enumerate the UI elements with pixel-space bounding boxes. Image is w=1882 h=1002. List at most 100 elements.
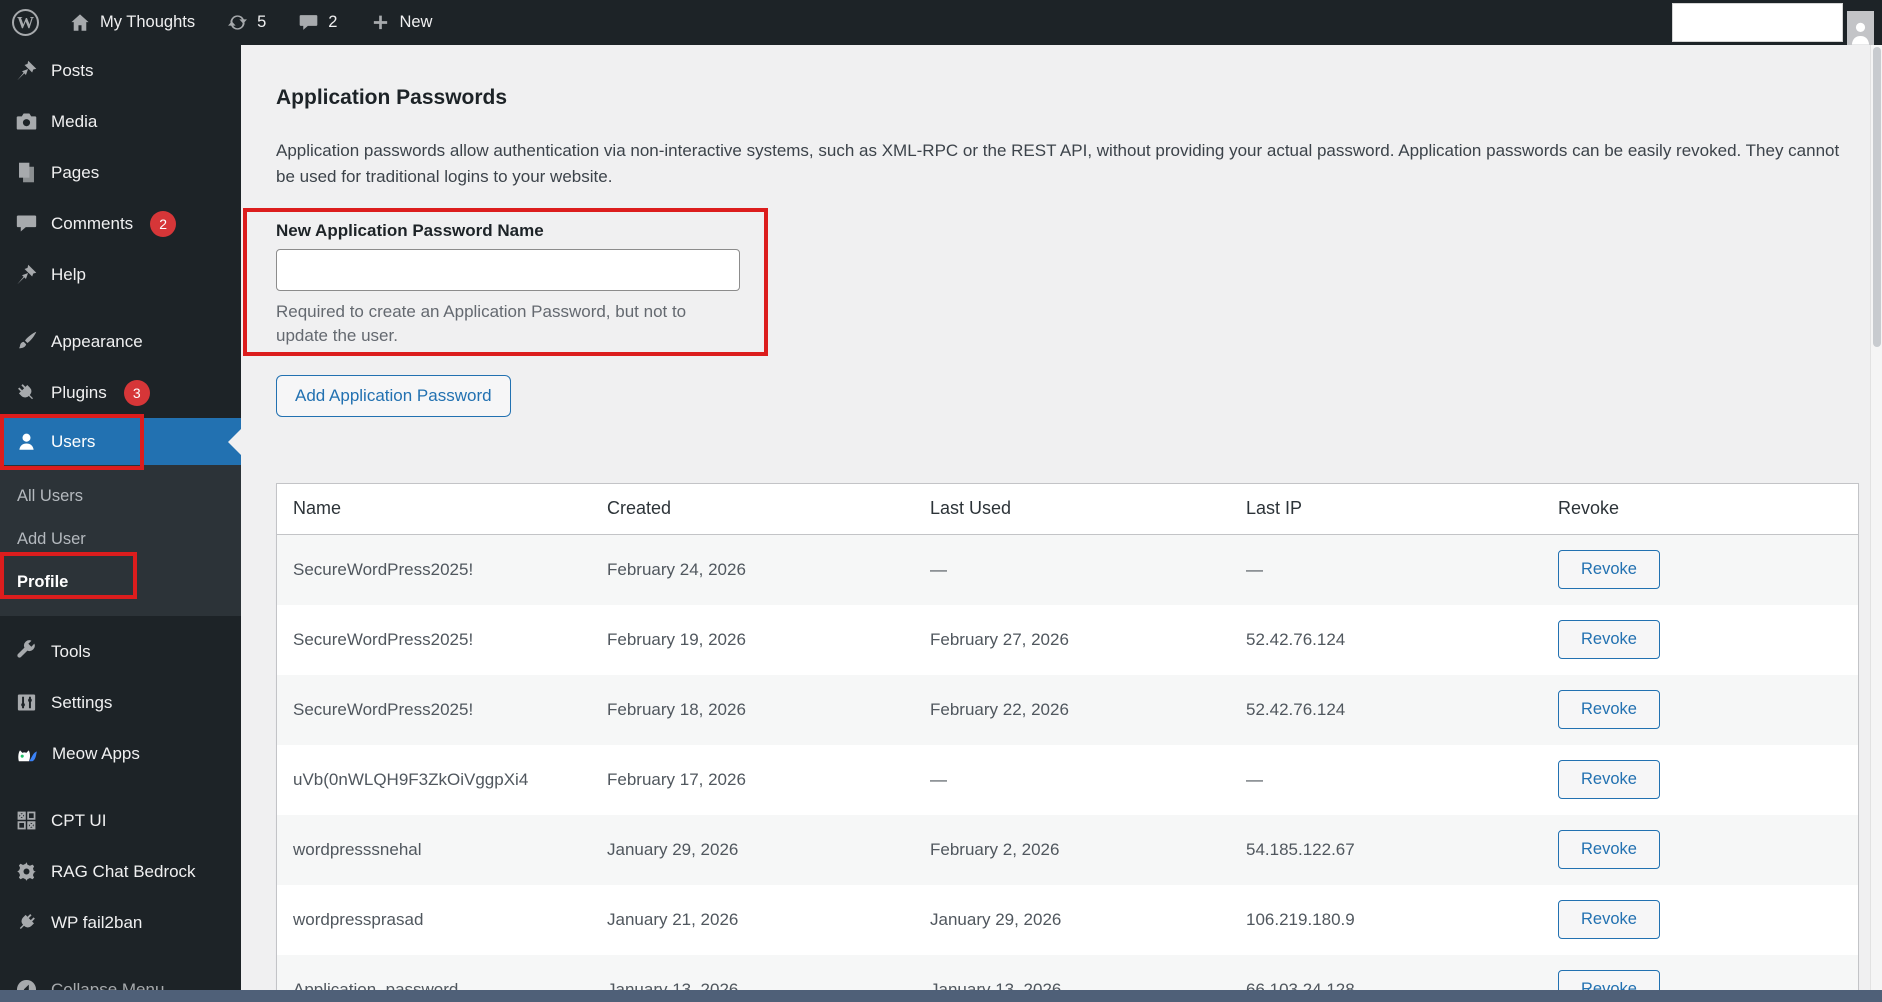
- add-application-password-button[interactable]: Add Application Password: [276, 374, 511, 417]
- last-ip: —: [1246, 559, 1263, 579]
- last-used-date: January 13, 2026: [930, 979, 1062, 990]
- user-avatar[interactable]: [1847, 11, 1874, 45]
- password-name: SecureWordPress2025!: [293, 699, 474, 719]
- application-passwords-description: Application passwords allow authenticati…: [276, 141, 1840, 187]
- submenu-item-add-user[interactable]: Add User: [0, 518, 241, 561]
- last-used-date: February 22, 2026: [930, 699, 1069, 719]
- submenu-item-profile[interactable]: Profile: [0, 561, 241, 604]
- new-application-password-name-label: New Application Password Name: [276, 220, 544, 240]
- sidebar-item-label: Pages: [51, 162, 100, 182]
- column-header-last-ip: Last IP: [1246, 498, 1303, 519]
- vertical-scrollbar[interactable]: [1870, 45, 1882, 990]
- sidebar-item-label: Posts: [51, 60, 94, 80]
- plugins-badge: 3: [123, 379, 150, 406]
- search-box[interactable]: [1672, 3, 1843, 42]
- updates-count: 5: [257, 13, 267, 31]
- sidebar-item-label: Settings: [51, 692, 113, 712]
- sidebar-item-label: Users: [51, 431, 96, 451]
- column-header-last-used: Last Used: [930, 498, 1012, 519]
- last-ip: 52.42.76.124: [1246, 629, 1346, 649]
- last-ip: 52.42.76.124: [1246, 699, 1346, 719]
- new-application-password-hint: Required to create an Application Passwo…: [276, 301, 687, 346]
- comment-bubble-icon: [16, 215, 37, 232]
- revoke-button[interactable]: Revoke: [1558, 690, 1660, 730]
- submenu-item-all-users[interactable]: All Users: [0, 475, 241, 518]
- pages-icon: [19, 162, 34, 183]
- sidebar-item-posts[interactable]: Posts: [0, 45, 241, 96]
- revoke-button[interactable]: Revoke: [1558, 550, 1660, 590]
- password-name: uVb(0nWLQH9F3ZkOiVggpXi4: [293, 769, 529, 789]
- password-name: wordpresssnehal: [293, 839, 422, 859]
- sidebar-item-users[interactable]: Users: [0, 418, 241, 465]
- password-name: SecureWordPress2025!: [293, 629, 474, 649]
- sidebar-item-label: CPT UI: [51, 810, 107, 830]
- menu-separator: [0, 948, 241, 964]
- last-ip: —: [1246, 769, 1263, 789]
- sidebar-item-help[interactable]: Help: [0, 249, 241, 300]
- sidebar-item-plugins[interactable]: Plugins 3: [0, 367, 241, 418]
- last-used-date: February 27, 2026: [930, 629, 1069, 649]
- wrench-icon: [17, 640, 35, 658]
- table-header-row: Name Created Last Used Last IP Revoke: [277, 484, 1858, 535]
- scrollbar-thumb[interactable]: [1873, 47, 1881, 347]
- cat-icon: [18, 749, 37, 761]
- updates-icon: [228, 15, 248, 30]
- comments-badge: 2: [150, 210, 177, 237]
- last-used-date: —: [930, 769, 947, 789]
- sidebar-item-label: Help: [51, 264, 86, 284]
- gear-icon: [17, 862, 36, 881]
- site-name-link[interactable]: My Thoughts: [69, 12, 195, 34]
- table-row: SecureWordPress2025! February 24, 2026 —…: [277, 534, 1858, 605]
- updates-link[interactable]: 5: [227, 12, 266, 33]
- table-row: wordpressprasad January 21, 2026 January…: [277, 885, 1858, 955]
- sidebar-item-cpt-ui[interactable]: CPT UI: [0, 795, 241, 846]
- new-content-button[interactable]: New: [371, 13, 432, 32]
- sidebar-item-label: Plugins: [51, 382, 107, 402]
- sidebar-item-label: Meow Apps: [52, 743, 140, 763]
- application-passwords-table: Name Created Last Used Last IP Revoke Se…: [276, 482, 1859, 990]
- page-title: Application Passwords: [276, 86, 508, 109]
- last-used-date: —: [930, 559, 947, 579]
- submenu-item-label: Add User: [17, 530, 86, 548]
- revoke-button[interactable]: Revoke: [1558, 900, 1660, 940]
- created-date: February 18, 2026: [607, 699, 746, 719]
- last-used-date: January 29, 2026: [930, 909, 1062, 929]
- user-icon: [19, 433, 34, 450]
- person-icon: [1851, 22, 1870, 45]
- created-date: February 24, 2026: [607, 559, 746, 579]
- revoke-button[interactable]: Revoke: [1558, 970, 1660, 990]
- grid-icon: [17, 811, 36, 830]
- bottom-bar: [0, 990, 1882, 1002]
- sidebar-item-pages[interactable]: Pages: [0, 147, 241, 198]
- sidebar-item-rag-chat-bedrock[interactable]: RAG Chat Bedrock: [0, 846, 241, 897]
- column-header-created: Created: [607, 498, 672, 519]
- menu-separator: [0, 616, 241, 626]
- revoke-button[interactable]: Revoke: [1558, 760, 1660, 800]
- revoke-button[interactable]: Revoke: [1558, 830, 1660, 870]
- sidebar-item-media[interactable]: Media: [0, 96, 241, 147]
- last-ip: 54.185.122.67: [1246, 839, 1355, 859]
- new-application-password-name-input[interactable]: [276, 248, 740, 291]
- comments-count: 2: [328, 13, 338, 31]
- sidebar-item-wp-fail2ban[interactable]: WP fail2ban: [0, 897, 241, 948]
- comments-link[interactable]: 2: [298, 12, 337, 33]
- revoke-button[interactable]: Revoke: [1558, 620, 1660, 660]
- admin-bar: W My Thoughts 5 2 New: [0, 0, 1882, 45]
- sidebar-item-label: Media: [51, 111, 98, 131]
- pushpin-icon: [17, 60, 37, 81]
- sidebar-item-label: Comments: [51, 213, 134, 233]
- submenu-item-label: All Users: [17, 487, 84, 505]
- sidebar-item-comments[interactable]: Comments 2: [0, 198, 241, 249]
- sidebar-item-meow-apps[interactable]: Meow Apps: [0, 728, 241, 779]
- sidebar-item-label: Appearance: [51, 331, 143, 351]
- fail2ban-plug-icon: [19, 914, 35, 930]
- sidebar-item-settings[interactable]: Settings: [0, 677, 241, 728]
- sidebar-item-appearance[interactable]: Appearance: [0, 316, 241, 367]
- brush-icon: [19, 331, 37, 349]
- wordpress-logo-icon[interactable]: W: [12, 9, 39, 36]
- new-label: New: [399, 13, 433, 31]
- sidebar-item-tools[interactable]: Tools: [0, 626, 241, 677]
- sidebar-item-label: Tools: [51, 641, 91, 661]
- comment-bubble-icon: [299, 15, 318, 30]
- menu-separator: [0, 779, 241, 795]
